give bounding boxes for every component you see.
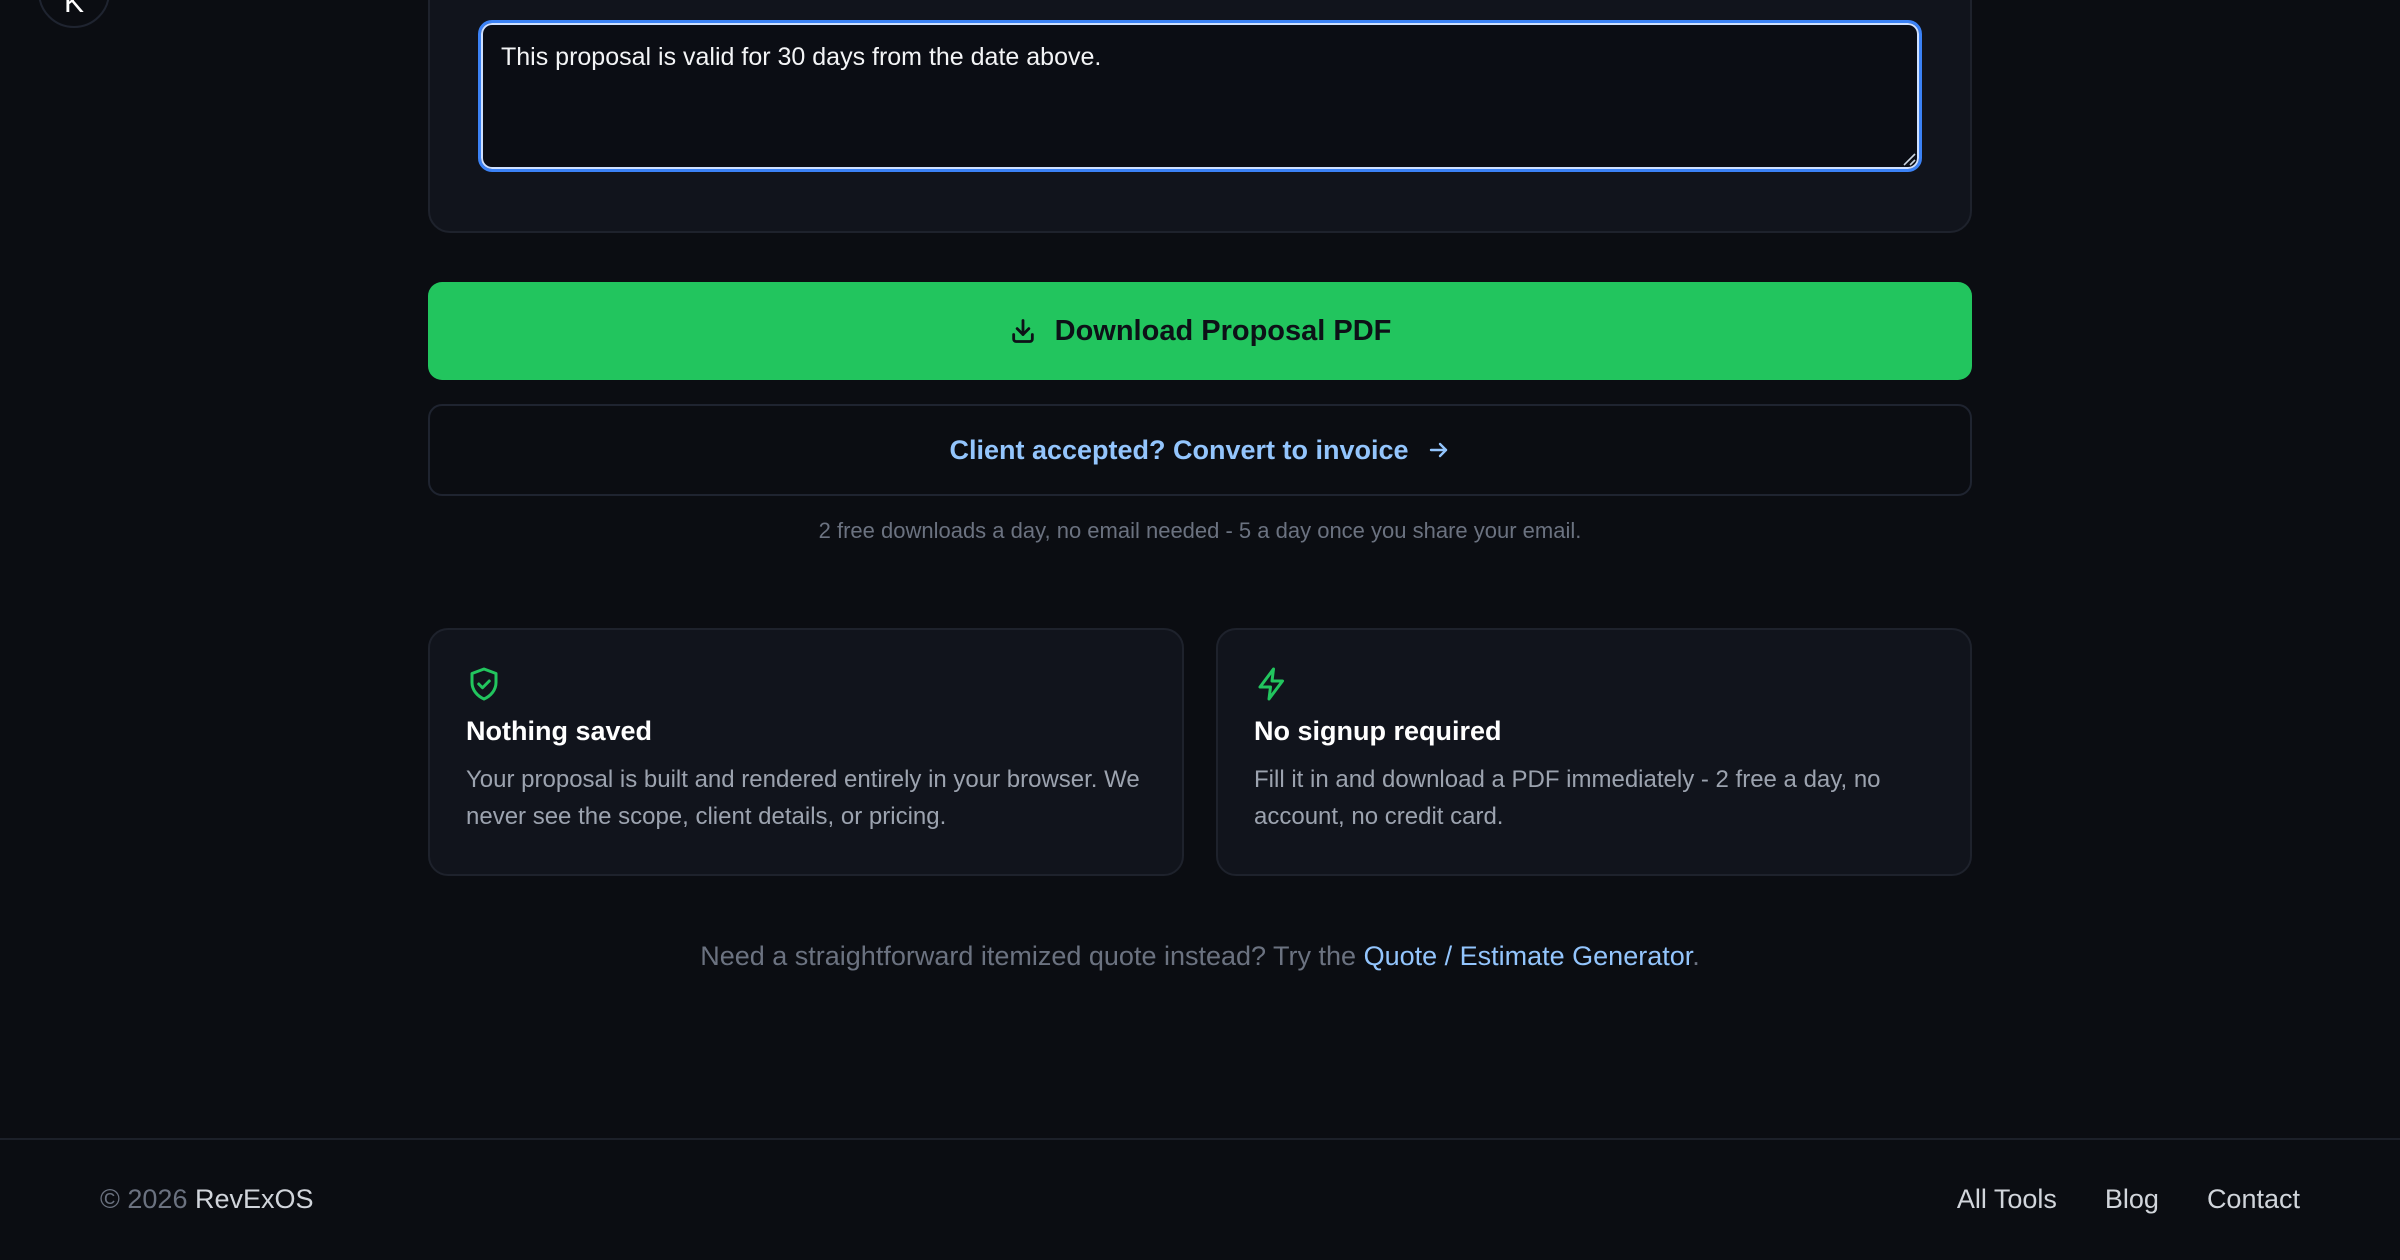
avatar[interactable]: K [38, 0, 110, 28]
convert-label: Client accepted? Convert to invoice [949, 434, 1409, 465]
lightning-icon [1258, 667, 1284, 701]
brand-name: RevExOS [194, 1184, 314, 1214]
convert-to-invoice-button[interactable]: Client accepted? Convert to invoice [428, 404, 1972, 496]
terms-textarea[interactable]: This proposal is valid for 30 days from … [478, 20, 1922, 172]
footer: © 2026 RevExOS All Tools Blog Contact [0, 1138, 2400, 1260]
footer-link-all-tools[interactable]: All Tools [1957, 1184, 2057, 1215]
feature-card-nothing-saved: Nothing saved Your proposal is built and… [428, 628, 1184, 876]
shield-check-icon [470, 667, 498, 701]
footer-link-blog[interactable]: Blog [2105, 1184, 2159, 1215]
feature-text: Fill it in and download a PDF immediatel… [1254, 766, 1881, 830]
feature-card-no-signup: No signup required Fill it in and downlo… [1216, 628, 1972, 876]
quote-generator-cta: Need a straightforward itemized quote in… [0, 941, 2400, 972]
quote-generator-link[interactable]: Quote / Estimate Generator [1364, 941, 1693, 971]
feature-text: Your proposal is built and rendered enti… [466, 766, 1140, 830]
quote-cta-suffix: . [1692, 941, 1700, 971]
feature-title: Nothing saved [466, 716, 653, 746]
arrow-right-icon [1429, 442, 1447, 458]
download-icon [1011, 319, 1034, 343]
avatar-letter: K [63, 0, 84, 19]
footer-nav: All Tools Blog Contact [1957, 1184, 2300, 1215]
copyright-text: © 2026 [100, 1184, 195, 1214]
copyright: © 2026 RevExOS [100, 1184, 314, 1215]
downloads-note: 2 free downloads a day, no email needed … [818, 518, 1582, 543]
quote-cta-prefix: Need a straightforward itemized quote in… [700, 941, 1364, 971]
download-label: Download Proposal PDF [1054, 314, 1392, 347]
feature-title: No signup required [1254, 716, 1502, 746]
footer-link-contact[interactable]: Contact [2207, 1184, 2300, 1215]
download-proposal-button[interactable]: Download Proposal PDF [428, 282, 1972, 380]
resize-grip-icon[interactable] [1902, 152, 1916, 166]
